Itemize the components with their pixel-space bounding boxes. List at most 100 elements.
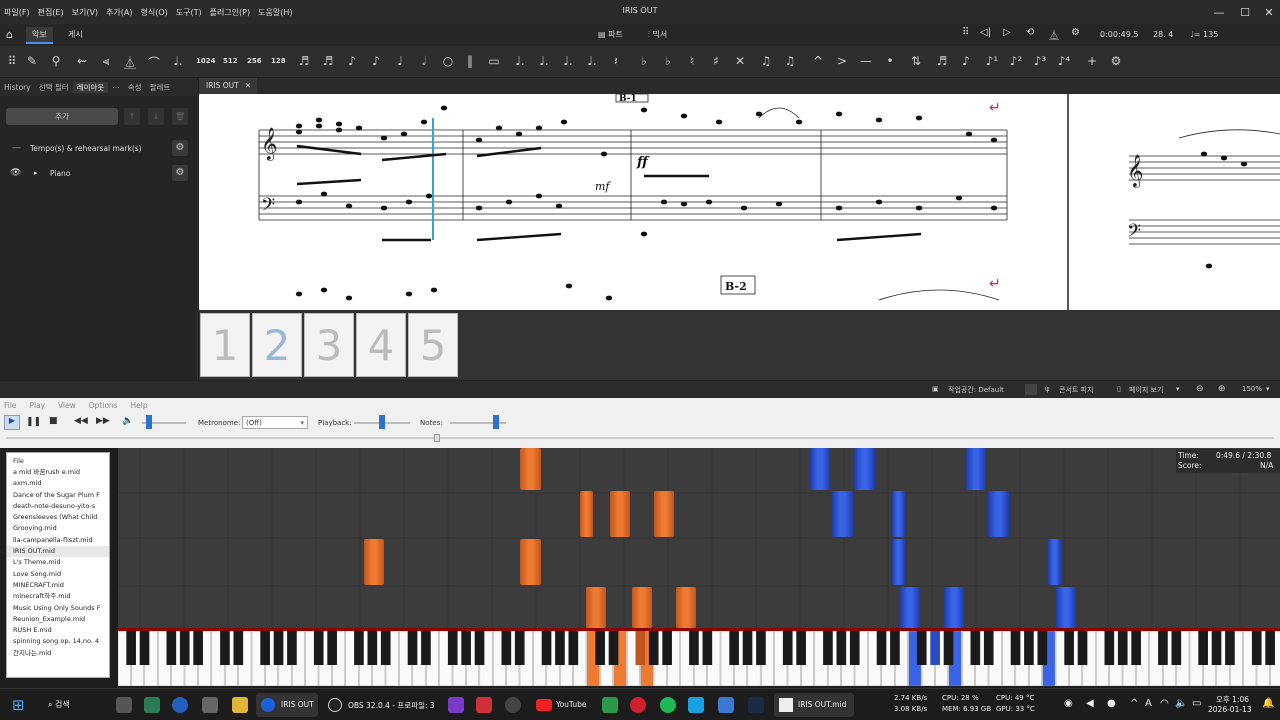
list-item[interactable]: Reunion_Example.mid <box>7 614 109 625</box>
page-thumbnail-1[interactable]: 1 <box>200 313 250 377</box>
app-icon[interactable] <box>630 697 646 713</box>
list-item[interactable]: Greensleeves (What Child <box>7 512 109 523</box>
playback-settings-icon[interactable]: ⚙ <box>1071 27 1080 38</box>
double-dot-icon[interactable]: ♩. <box>536 54 552 68</box>
minimize-icon[interactable]: — <box>1206 0 1232 24</box>
natural-icon[interactable]: ♮ <box>684 54 700 68</box>
quarter-note-icon[interactable]: ♩ <box>392 54 408 68</box>
list-item[interactable]: Music Using Only Sounds F <box>7 603 109 614</box>
page-view-label[interactable]: 페이지 보기 <box>1129 385 1163 395</box>
edge-icon[interactable] <box>172 697 188 713</box>
double-flat-icon[interactable]: ♭ <box>636 54 652 68</box>
parts-button[interactable]: ▤ 파트 <box>598 29 623 40</box>
list-item-selected[interactable]: IRIS OUT.mid <box>7 546 109 558</box>
64th-note-icon[interactable]: ♬ <box>296 54 312 68</box>
menu-file[interactable]: 파일(F) <box>0 7 34 18</box>
tray-app-icon[interactable]: ◀ <box>1086 698 1094 709</box>
app-icon[interactable] <box>688 697 704 713</box>
tab-palettes[interactable]: 팔레트 <box>146 82 175 93</box>
app-icon[interactable] <box>718 697 734 713</box>
voice-4-icon[interactable]: ♪⁴ <box>1056 54 1072 68</box>
volume-tray-icon[interactable]: 🔈 <box>1175 698 1187 709</box>
instrument-row-tempo[interactable]: — Tempo(s) & rehearsal mark(s) ⚙ <box>0 137 198 159</box>
windows-start-icon[interactable]: ⊞ <box>12 696 25 714</box>
home-icon[interactable]: ⌂ <box>6 28 13 41</box>
list-item[interactable]: Dance of the Sugar Plum F <box>7 490 109 501</box>
accent-icon[interactable]: > <box>834 54 850 68</box>
app-tray-icon[interactable]: ◉ <box>1064 698 1073 709</box>
page-thumbnail-5[interactable]: 5 <box>408 313 458 377</box>
menu-add[interactable]: 추가(A) <box>102 7 136 18</box>
midi-file-list[interactable]: File a mid 바꿈rush e.mid axm.mid Dance of… <box>6 452 110 678</box>
tuplet-icon[interactable]: ♬ <box>934 54 950 68</box>
battery-icon[interactable]: ▭ <box>1192 698 1201 709</box>
tab-layout[interactable]: 레이아웃 <box>72 81 109 93</box>
play-button[interactable]: ▶ <box>4 415 20 430</box>
score-canvas[interactable]: 𝄞 𝄢 𝄞 𝄢 B-1 B-2 ff mf ↵ ↵ <box>199 94 1280 310</box>
rewind-button[interactable]: ◀◀ <box>74 416 88 426</box>
list-item[interactable]: Grooving.mid <box>7 523 109 534</box>
dot-icon[interactable]: ♩. <box>512 54 528 68</box>
close-icon[interactable]: ✕ <box>1256 0 1280 24</box>
player-menu-help[interactable]: Help <box>130 401 147 410</box>
notes-slider-thumb[interactable] <box>493 415 499 429</box>
score-tab[interactable]: IRIS OUT ✕ <box>199 78 257 94</box>
rehearsal-mark-b1[interactable]: B-1 <box>619 94 637 104</box>
player-menu-play[interactable]: Play <box>29 401 45 410</box>
duration-1024[interactable]: 1024 <box>196 57 215 65</box>
eighth-note-icon[interactable]: ♪ <box>368 54 384 68</box>
tab-properties[interactable]: 속성 <box>124 82 146 93</box>
gear-icon[interactable]: ⚙ <box>172 140 188 156</box>
delete-icon[interactable]: 🗑 <box>172 108 188 125</box>
tab-publish[interactable]: 게시 <box>68 29 83 40</box>
add-instrument-button[interactable]: 추가 <box>6 108 118 125</box>
list-item[interactable]: L's Theme.mid <box>7 557 109 568</box>
tenuto-icon[interactable]: — <box>858 54 874 68</box>
menu-plugins[interactable]: 플러그인(P) <box>206 7 255 18</box>
16th-note-icon[interactable]: ♪ <box>344 54 360 68</box>
app-icon[interactable] <box>448 697 464 713</box>
menu-view[interactable]: 보기(V) <box>68 7 102 18</box>
player-menu-file[interactable]: File <box>4 401 17 410</box>
steam-icon[interactable] <box>748 697 764 713</box>
metronome-tool-icon[interactable]: ⏅ <box>122 54 138 71</box>
task-view-icon[interactable] <box>116 697 132 713</box>
tie-tool-icon[interactable]: ♫ <box>758 54 774 68</box>
list-item[interactable]: RUSH E.mid <box>7 625 109 636</box>
duration-256[interactable]: 256 <box>247 57 262 65</box>
marcato-icon[interactable]: ^ <box>810 54 826 68</box>
search-button[interactable]: ⌕ 검색 <box>48 696 106 714</box>
workspace-label[interactable]: 작업공간: Default <box>948 385 1004 395</box>
zoom-in-icon[interactable]: ⊕ <box>1218 384 1226 394</box>
duration-128[interactable]: 128 <box>271 57 286 65</box>
clock-date[interactable]: 2026-01-13 <box>1208 705 1252 714</box>
app-icon[interactable] <box>476 697 492 713</box>
double-sharp-icon[interactable]: ✕ <box>732 54 748 68</box>
list-item[interactable]: a mid 바꿈rush e.mid <box>7 467 109 478</box>
toolbar-settings-icon[interactable]: ⚙ <box>1108 54 1124 68</box>
menu-help[interactable]: 도움말(H) <box>254 7 296 18</box>
page-thumbnail-2[interactable]: 2 <box>252 313 302 377</box>
list-item[interactable]: axm.mid <box>7 478 109 489</box>
menu-edit[interactable]: 편집(E) <box>34 7 68 18</box>
add-icon[interactable]: + <box>1084 54 1100 68</box>
chevron-down-icon[interactable]: ▾ <box>1266 385 1270 393</box>
tab-score[interactable]: 악보 <box>26 27 53 44</box>
metronome-select[interactable]: (Off) ▾ <box>242 416 308 429</box>
play-icon[interactable]: ▷ <box>1003 27 1011 38</box>
list-item[interactable]: MINECRAFT.mid <box>7 580 109 591</box>
taskbar-musescore[interactable]: IRIS OUT <box>256 693 318 717</box>
page-thumbnail-4[interactable]: 4 <box>356 313 406 377</box>
checkbox-icon[interactable] <box>1025 384 1037 395</box>
file-explorer-icon[interactable] <box>232 697 248 713</box>
language-icon[interactable]: A <box>1145 698 1152 709</box>
mixer-button[interactable]: ⫶ 믹서 <box>648 29 667 40</box>
stop-button[interactable]: ■ <box>49 416 58 426</box>
settings-icon[interactable] <box>202 697 218 713</box>
list-item[interactable]: 간지나는.mid <box>7 648 109 659</box>
instrument-row-piano[interactable]: 👁 ▸ Piano ⚙ <box>0 162 198 184</box>
32nd-note-icon[interactable]: ♬ <box>320 54 336 68</box>
tab-more[interactable]: ⋯ <box>108 83 124 92</box>
widgets-icon[interactable] <box>144 697 160 713</box>
clock-time[interactable]: 오후 1:06 <box>1216 694 1249 705</box>
